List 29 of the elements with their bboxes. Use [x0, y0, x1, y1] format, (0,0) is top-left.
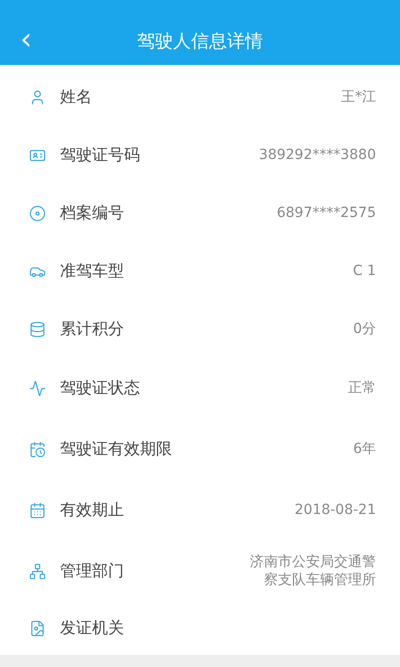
field-value: 389292****3880 — [258, 146, 376, 164]
field-label: 驾驶证状态 — [60, 378, 141, 398]
field-value: C 1 — [352, 262, 376, 280]
field-value: 0分 — [353, 320, 376, 338]
person-icon — [29, 88, 46, 106]
field-label: 有效期止 — [60, 500, 125, 520]
field-value: 王*江 — [341, 88, 376, 106]
wave-chart-icon — [29, 380, 46, 396]
field-label: 管理部门 — [60, 560, 125, 582]
back-button[interactable]: ‹ — [0, 27, 50, 53]
page-title: 驾驶人信息详情 — [136, 30, 264, 53]
field-label: 档案编号 — [60, 202, 125, 224]
field-label: 累计积分 — [60, 318, 125, 340]
field-value: 正常 — [348, 378, 376, 398]
calendar-icon — [29, 502, 46, 518]
image-file-icon — [29, 620, 46, 636]
field-value: 2018-08-21 — [294, 500, 376, 520]
disc-icon — [29, 204, 46, 222]
field-label: 发证机关 — [60, 618, 125, 638]
field-label: 驾驶证有效期限 — [60, 438, 173, 460]
calendar-clock-icon — [29, 440, 46, 458]
coin-stack-icon — [29, 320, 46, 338]
field-label: 驾驶证号码 — [60, 144, 141, 166]
field-label: 姓名 — [60, 86, 93, 108]
field-label: 准驾车型 — [60, 260, 125, 282]
org-chart-icon — [29, 562, 46, 580]
field-value: 6897****2575 — [276, 204, 376, 222]
field-value: 6年 — [353, 440, 376, 458]
field-value: 济南市公安局交通警察支队车辆管理所 — [249, 552, 376, 590]
